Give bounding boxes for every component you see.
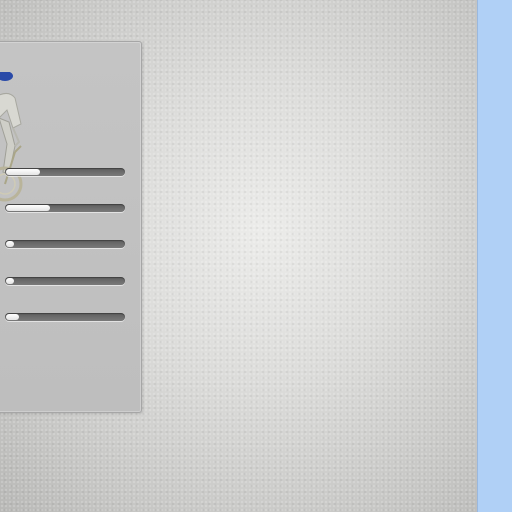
- slider-4[interactable]: [5, 277, 125, 285]
- bicycle-rider-icon: [0, 72, 23, 202]
- slider-3-fill: [6, 241, 14, 247]
- side-strip: [477, 0, 512, 512]
- slider-4-fill: [6, 278, 14, 284]
- slider-5-fill: [6, 314, 19, 320]
- slider-3[interactable]: [5, 240, 125, 248]
- slider-5[interactable]: [5, 313, 125, 321]
- viewport: [0, 0, 512, 512]
- slider-1[interactable]: [5, 168, 125, 176]
- slider-2[interactable]: [5, 204, 125, 212]
- slider-panel: [0, 41, 142, 413]
- slider-2-fill: [6, 205, 50, 211]
- slider-1-fill: [6, 169, 41, 175]
